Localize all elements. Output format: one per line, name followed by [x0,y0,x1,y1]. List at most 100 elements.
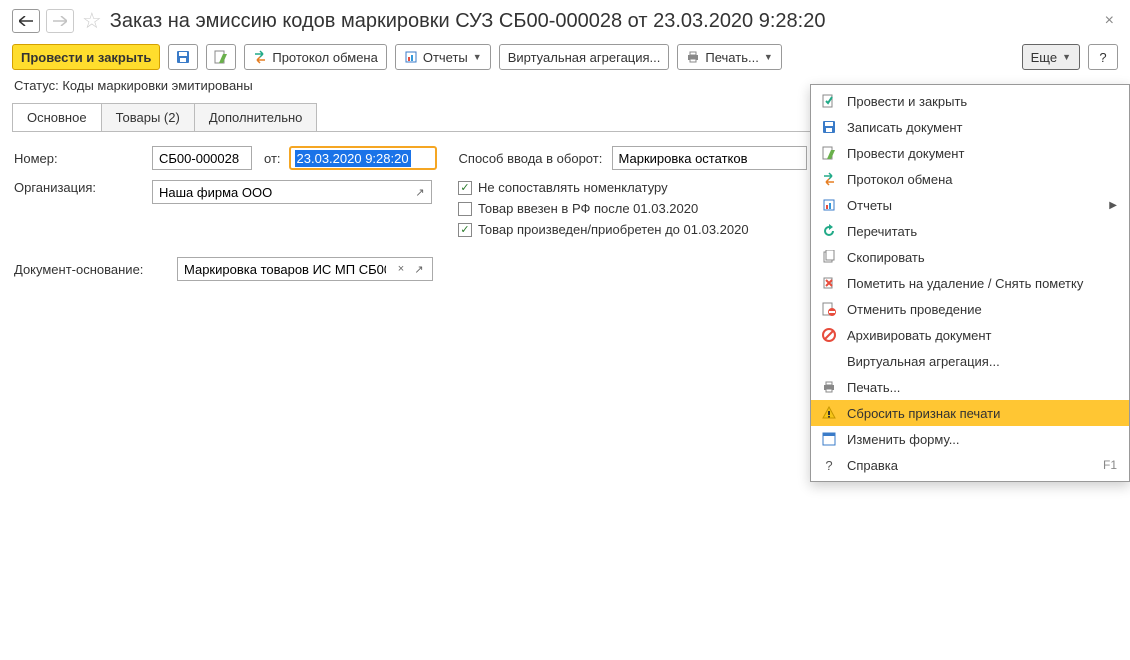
date-value: 23.03.2020 9:28:20 [295,150,411,167]
tab-main[interactable]: Основное [12,103,102,131]
open-ref-icon[interactable]: ↗ [410,258,428,280]
menu-item-12[interactable]: Сбросить признак печати [811,400,1129,426]
help-button[interactable]: ? [1088,44,1118,70]
menu-item-14[interactable]: ? Справка F1 [811,452,1129,478]
print-icon [821,379,837,395]
menu-item-label: Сбросить признак печати [847,406,1117,421]
menu-item-7[interactable]: Пометить на удаление / Снять пометку [811,270,1129,296]
more-button[interactable]: Еще ▼ [1022,44,1080,70]
reports-icon [821,197,837,213]
menu-item-1[interactable]: Записать документ [811,114,1129,140]
menu-item-6[interactable]: Скопировать [811,244,1129,270]
copy-icon [821,249,837,265]
basis-field[interactable]: × ↗ [177,257,433,281]
clear-icon[interactable]: × [392,258,410,280]
menu-item-label: Отчеты [847,198,1099,213]
exchange-protocol-button[interactable]: Протокол обмена [244,44,387,70]
basis-input[interactable] [178,258,392,280]
checkbox-imported[interactable] [458,202,472,216]
menu-item-0[interactable]: Провести и закрыть [811,88,1129,114]
menu-item-9[interactable]: Архивировать документ [811,322,1129,348]
menu-item-label: Изменить форму... [847,432,1117,447]
delete-icon [821,275,837,291]
menu-item-label: Отменить проведение [847,302,1117,317]
caret-down-icon: ▼ [1062,52,1071,62]
date-field[interactable]: 23.03.2020 9:28:20 [289,146,437,170]
favorite-star-icon[interactable]: ☆ [82,8,102,34]
checkbox-no-match[interactable]: ✓ [458,181,472,195]
post-icon [214,50,228,64]
menu-item-13[interactable]: Изменить форму... [811,426,1129,452]
cancel-icon [821,301,837,317]
floppy-icon [176,50,190,64]
org-field[interactable]: ↗ [152,180,432,204]
method-label: Способ ввода в оборот: [459,151,604,166]
post-button[interactable] [206,44,236,70]
form-icon [821,431,837,447]
number-input[interactable] [153,147,249,169]
reports-button[interactable]: Отчеты ▼ [395,44,491,70]
method-field[interactable] [612,146,807,170]
basis-label: Документ-основание: [14,262,169,277]
close-icon[interactable]: × [1101,12,1118,30]
more-label: Еще [1031,50,1057,65]
number-field[interactable] [152,146,252,170]
submenu-arrow-icon: ▶ [1109,200,1117,211]
menu-item-3[interactable]: Протокол обмена [811,166,1129,192]
menu-item-label: Архивировать документ [847,328,1117,343]
help-icon: ? [821,457,837,473]
print-label: Печать... [705,50,758,65]
caret-down-icon: ▼ [473,52,482,62]
menu-item-label: Виртуальная агрегация... [847,354,1117,369]
nav-forward-button[interactable] [46,9,74,33]
status-label: Статус: [14,78,59,93]
reread-icon [821,223,837,239]
window-title: Заказ на эмиссию кодов маркировки СУЗ СБ… [110,10,1095,33]
check-doc-icon [821,93,837,109]
menu-item-4[interactable]: Отчеты ▶ [811,192,1129,218]
report-icon [404,50,418,64]
menu-item-11[interactable]: Печать... [811,374,1129,400]
printer-icon [686,50,700,64]
print-button[interactable]: Печать... ▼ [677,44,781,70]
blank-icon [821,353,837,369]
post-icon [821,145,837,161]
status-value: Коды маркировки эмитированы [62,78,252,93]
date-label: от: [264,151,281,166]
menu-item-shortcut: F1 [1103,458,1117,472]
open-ref-icon[interactable]: ↗ [411,181,429,203]
org-input[interactable] [153,181,411,203]
menu-item-2[interactable]: Провести документ [811,140,1129,166]
tab-extra[interactable]: Дополнительно [194,103,318,131]
chk3-label: Товар произведен/приобретен до 01.03.202… [478,222,749,237]
reports-label: Отчеты [423,50,468,65]
menu-item-label: Провести документ [847,146,1117,161]
virtual-aggregation-button[interactable]: Виртуальная агрегация... [499,44,670,70]
nav-back-button[interactable] [12,9,40,33]
caret-down-icon: ▼ [764,52,773,62]
more-dropdown-menu: Провести и закрытьЗаписать документ Прове… [810,84,1130,482]
menu-item-label: Перечитать [847,224,1117,239]
chk1-label: Не сопоставлять номенклатуру [478,180,668,195]
menu-item-label: Печать... [847,380,1117,395]
tab-goods[interactable]: Товары (2) [101,103,195,131]
menu-item-label: Скопировать [847,250,1117,265]
virtual-label: Виртуальная агрегация... [508,50,661,65]
menu-item-10[interactable]: Виртуальная агрегация... [811,348,1129,374]
warn-icon [821,405,837,421]
menu-item-label: Протокол обмена [847,172,1117,187]
menu-item-5[interactable]: Перечитать [811,218,1129,244]
arrow-left-icon [19,16,33,26]
post-and-close-button[interactable]: Провести и закрыть [12,44,160,70]
save-icon [821,119,837,135]
menu-item-label: Справка [847,458,1093,473]
protocol-label: Протокол обмена [272,50,378,65]
menu-item-8[interactable]: Отменить проведение [811,296,1129,322]
checkbox-produced-before[interactable]: ✓ [458,223,472,237]
method-input[interactable] [613,147,803,169]
swap-icon [253,50,267,64]
menu-item-label: Пометить на удаление / Снять пометку [847,276,1117,291]
save-button[interactable] [168,44,198,70]
chk2-label: Товар ввезен в РФ после 01.03.2020 [478,201,698,216]
post-close-label: Провести и закрыть [21,50,151,65]
